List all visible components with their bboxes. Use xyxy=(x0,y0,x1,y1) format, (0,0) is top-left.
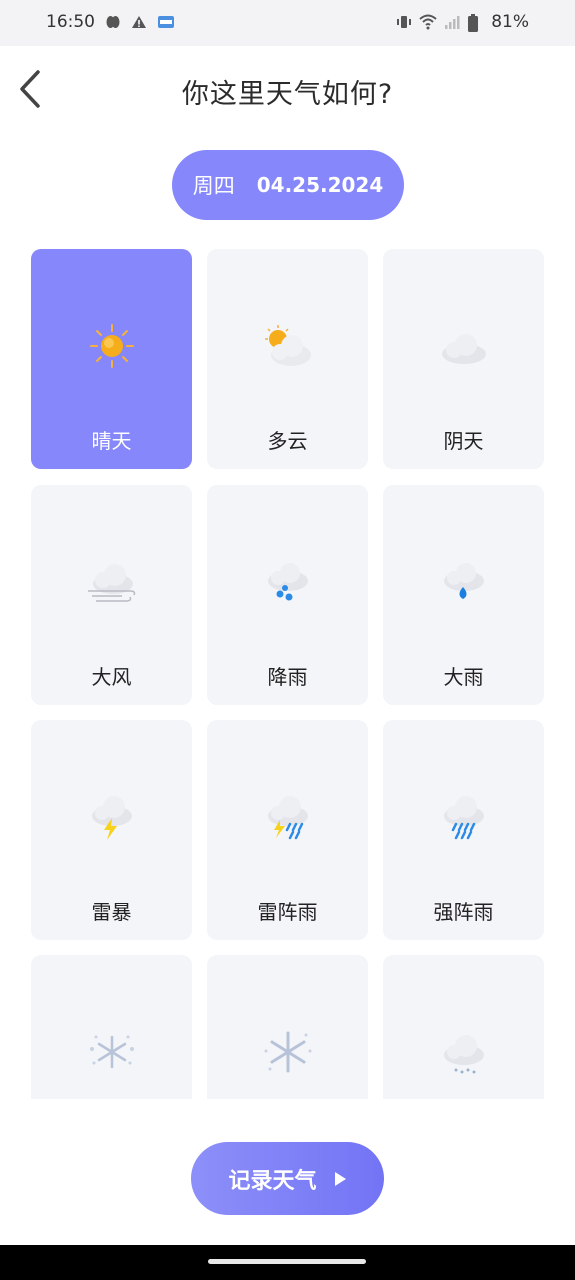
weather-option-snowflake[interactable] xyxy=(207,955,368,1099)
page-title: 你这里天气如何? xyxy=(181,79,394,110)
notification-leaf-icon xyxy=(105,14,121,30)
weather-option-windy[interactable]: 大风 xyxy=(31,485,192,705)
weather-option-overcast[interactable]: 阴天 xyxy=(383,249,544,469)
snowflake-icon xyxy=(258,1027,318,1077)
sunny-icon xyxy=(82,321,142,371)
weather-label: 降雨 xyxy=(267,665,308,689)
date-weekday: 周四 xyxy=(192,174,235,198)
weather-option-sleet[interactable] xyxy=(383,955,544,1099)
weather-option-snow[interactable] xyxy=(31,955,192,1099)
weather-label: 大雨 xyxy=(443,665,484,689)
weather-option-rain[interactable]: 降雨 xyxy=(207,485,368,705)
status-time: 16:50 xyxy=(46,12,95,32)
weather-label: 强阵雨 xyxy=(433,900,494,924)
weather-option-strong-shower[interactable]: 强阵雨 xyxy=(383,720,544,940)
weather-grid: 晴天 多云 阴天 大风 降雨 大雨 雷暴 雷阵雨 强阵雨 xyxy=(31,249,544,1099)
app-badge-icon xyxy=(157,14,174,30)
date-value: 04.25.2024 xyxy=(256,173,384,197)
record-weather-button[interactable]: 记录天气 xyxy=(191,1142,384,1215)
strong-shower-icon xyxy=(434,792,494,842)
signal-icon xyxy=(443,14,460,30)
partly-cloudy-icon xyxy=(258,321,318,371)
weather-label: 多云 xyxy=(267,429,308,453)
header: 你这里天气如何? xyxy=(0,46,575,132)
system-nav-bar xyxy=(0,1245,575,1280)
overcast-icon xyxy=(434,321,494,371)
weather-option-heavy-rain[interactable]: 大雨 xyxy=(383,485,544,705)
play-arrow-icon xyxy=(334,1171,346,1186)
wifi-icon xyxy=(419,14,437,30)
weather-option-partly-cloudy[interactable]: 多云 xyxy=(207,249,368,469)
battery-level: 81% xyxy=(491,12,529,32)
rain-icon xyxy=(258,557,318,607)
weather-option-thunderstorm[interactable]: 雷暴 xyxy=(31,720,192,940)
thunderstorm-icon xyxy=(82,792,142,842)
thunder-shower-icon xyxy=(258,792,318,842)
battery-icon xyxy=(467,14,483,32)
warning-icon xyxy=(131,14,147,30)
weather-label: 雷暴 xyxy=(91,900,132,924)
weather-option-sunny[interactable]: 晴天 xyxy=(31,249,192,469)
snow-icon xyxy=(82,1027,142,1077)
weather-label: 雷阵雨 xyxy=(257,900,318,924)
sleet-icon xyxy=(434,1027,494,1077)
status-bar: 16:50 81% xyxy=(0,0,575,46)
heavy-rain-icon xyxy=(434,557,494,607)
vibrate-icon xyxy=(395,14,412,30)
date-selector[interactable]: 周四 04.25.2024 xyxy=(172,150,404,220)
windy-icon xyxy=(82,557,142,607)
weather-label: 大风 xyxy=(91,665,132,689)
weather-label: 阴天 xyxy=(443,429,484,453)
weather-label: 晴天 xyxy=(91,429,132,453)
weather-option-thunder-shower[interactable]: 雷阵雨 xyxy=(207,720,368,940)
record-weather-label: 记录天气 xyxy=(228,1168,317,1194)
home-indicator[interactable] xyxy=(208,1259,366,1264)
